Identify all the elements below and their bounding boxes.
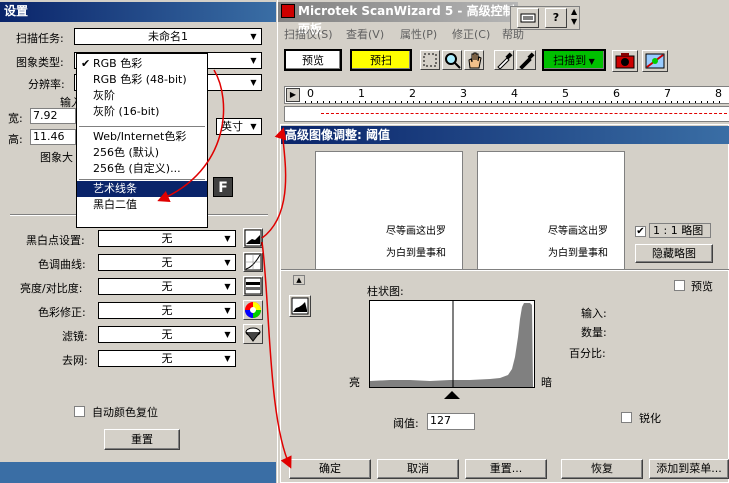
annotation-arrow-linetype: [157, 69, 225, 202]
annotation-arrows: [157, 69, 292, 469]
annotation-arrow-threshold: [261, 127, 287, 239]
annotation-arrow-ok: [261, 241, 292, 469]
